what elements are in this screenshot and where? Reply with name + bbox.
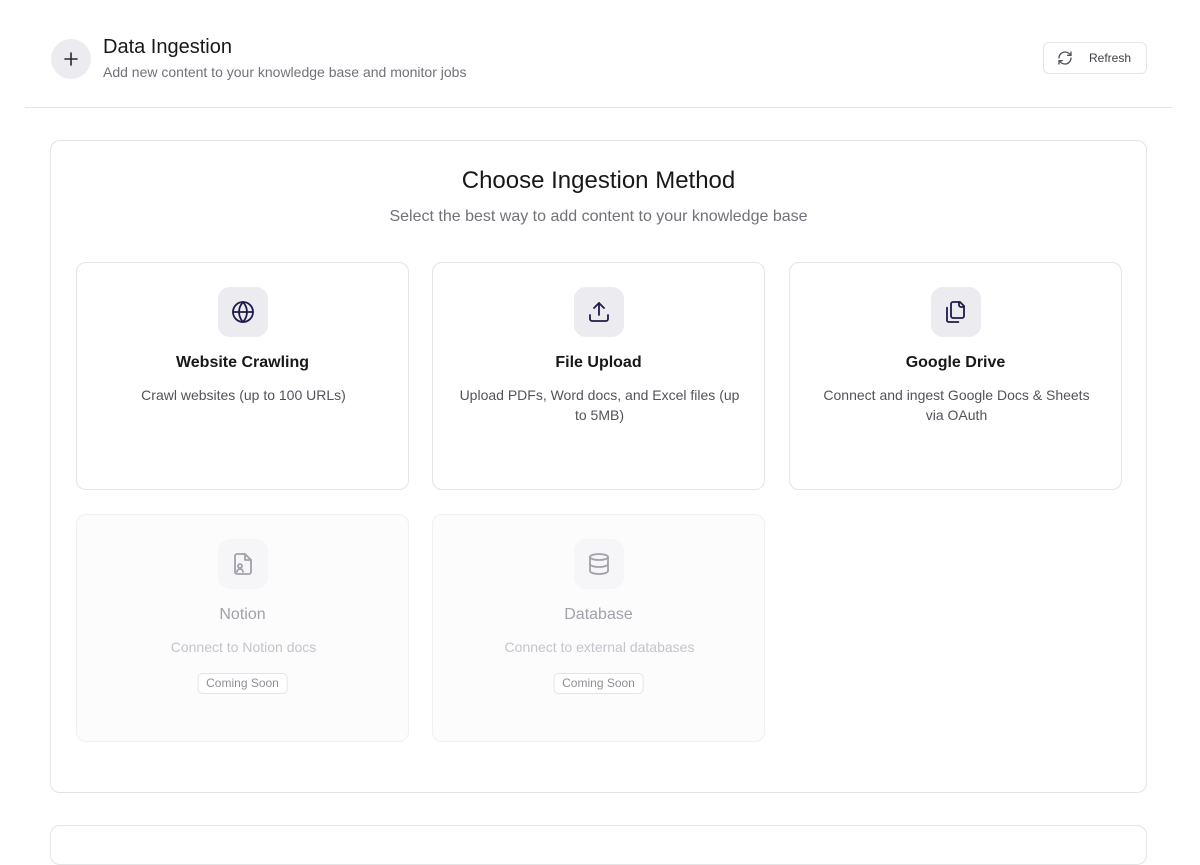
ingestion-method-panel: Choose Ingestion Method Select the best … (50, 140, 1147, 793)
coming-soon-badge: Coming Soon (553, 673, 644, 694)
panel-subtitle: Select the best way to add content to yo… (389, 208, 808, 225)
refresh-button[interactable]: Refresh (1043, 42, 1147, 74)
coming-soon-badge: Coming Soon (197, 673, 288, 694)
method-title: Google Drive (905, 354, 1006, 371)
jobs-panel (50, 825, 1147, 865)
method-title: Notion (219, 606, 266, 623)
method-title: Database (564, 606, 633, 623)
panel-title: Choose Ingestion Method (461, 167, 736, 194)
method-card-google-drive[interactable]: Google Drive Connect and ingest Google D… (789, 262, 1122, 490)
file-user-icon (218, 539, 268, 589)
method-description: Connect to Notion docs (170, 639, 317, 655)
method-card-notion: Notion Connect to Notion docs Coming Soo… (76, 514, 409, 742)
page-title: Data Ingestion (103, 36, 232, 58)
copy-files-icon (931, 287, 981, 337)
refresh-label: Refresh (1089, 51, 1132, 65)
refresh-icon (1057, 50, 1073, 66)
method-description: Connect and ingest Google Docs & Sheets … (823, 387, 1090, 423)
page-header: Data Ingestion Add new content to your k… (25, 0, 1172, 108)
method-card-website-crawling[interactable]: Website Crawling Crawl websites (up to 1… (76, 262, 409, 490)
upload-icon (574, 287, 624, 337)
method-card-database: Database Connect to external databases C… (432, 514, 765, 742)
method-card-file-upload[interactable]: File Upload Upload PDFs, Word docs, and … (432, 262, 765, 490)
page-subtitle: Add new content to your knowledge base a… (103, 64, 467, 80)
method-title: File Upload (555, 354, 642, 371)
method-description: Upload PDFs, Word docs, and Excel files … (459, 387, 740, 423)
method-description: Crawl websites (up to 100 URLs) (141, 387, 346, 403)
method-description: Connect to external databases (504, 639, 695, 655)
plus-icon[interactable] (51, 39, 91, 79)
globe-icon (218, 287, 268, 337)
method-title: Website Crawling (175, 354, 310, 371)
database-icon (574, 539, 624, 589)
